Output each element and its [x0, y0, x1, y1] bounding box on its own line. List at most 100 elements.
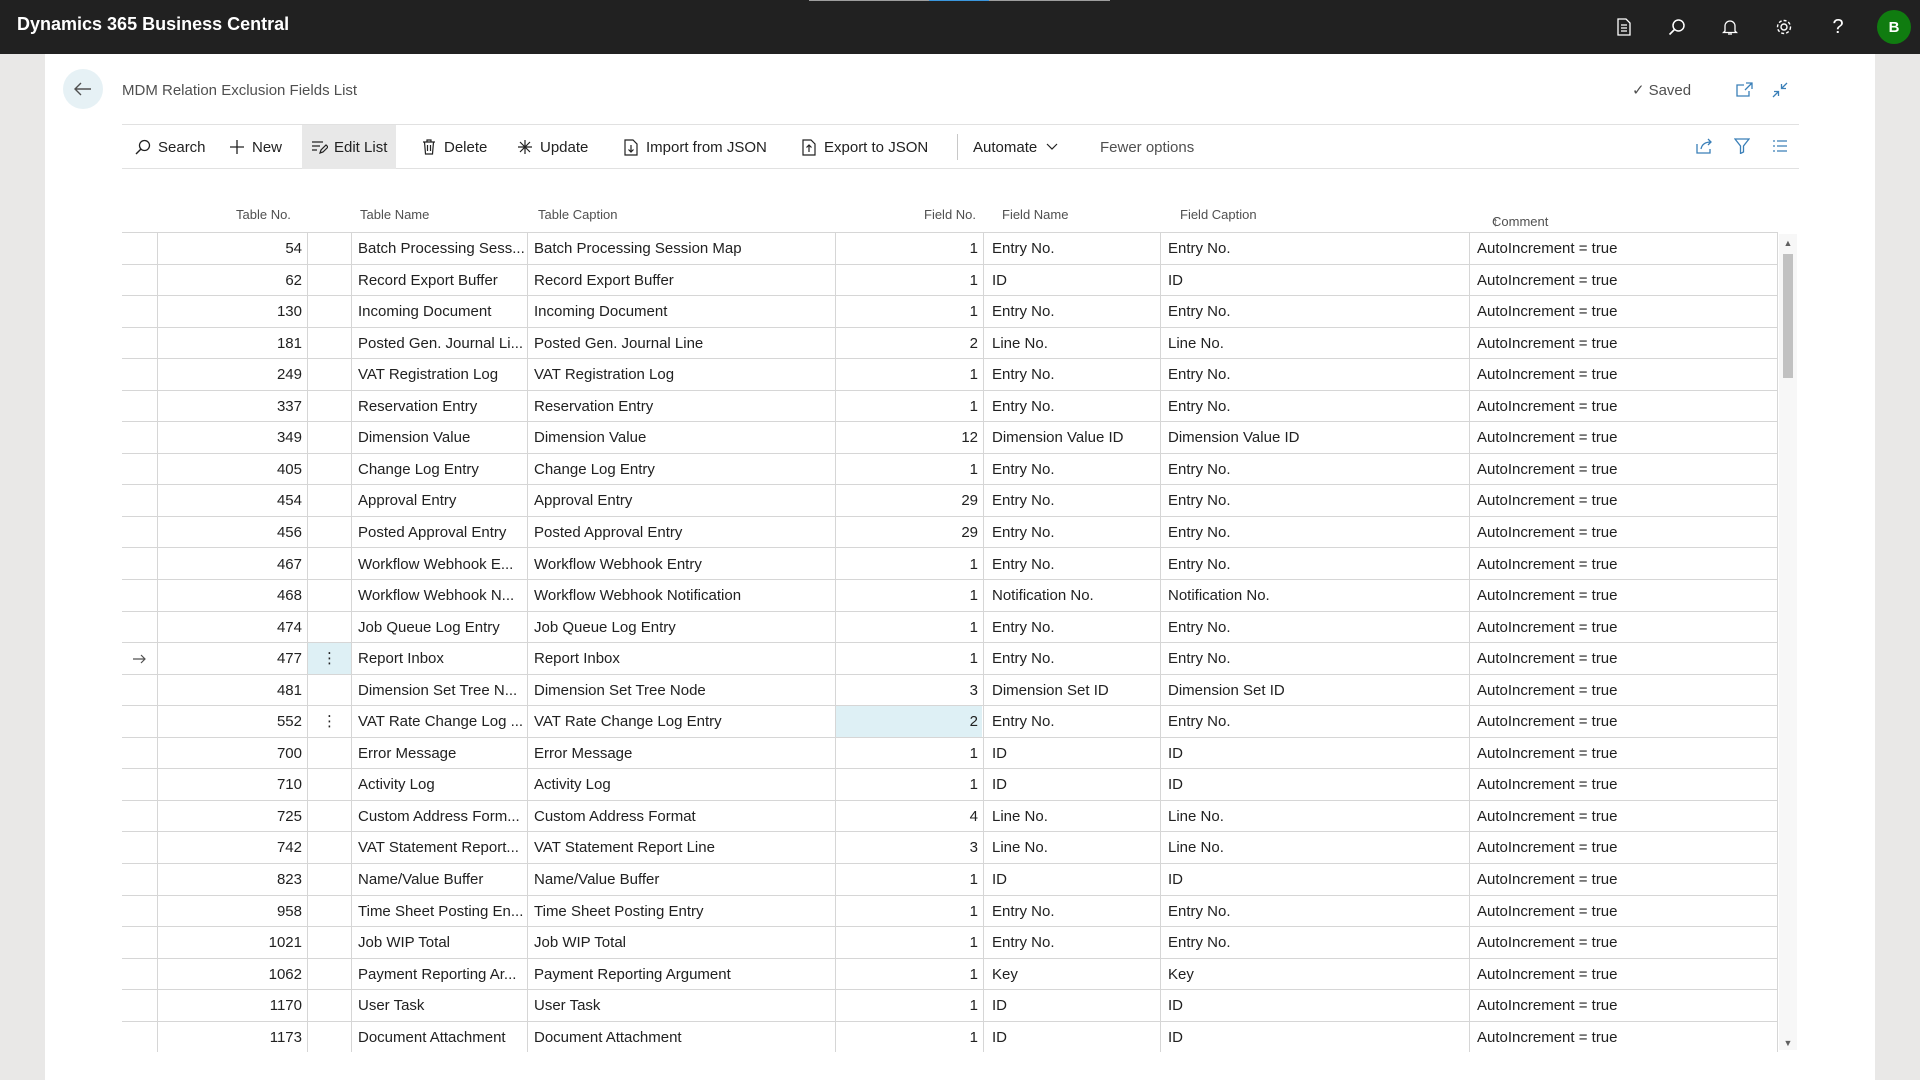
- cell-table-caption[interactable]: Incoming Document: [534, 296, 830, 327]
- cell-table-name[interactable]: Report Inbox: [358, 643, 524, 674]
- cell-field-caption[interactable]: Entry No.: [1168, 485, 1464, 516]
- cell-table-caption[interactable]: VAT Statement Report Line: [534, 832, 830, 863]
- cell-table-name[interactable]: Posted Gen. Journal Li...: [358, 328, 524, 359]
- search-button[interactable]: Search: [126, 125, 214, 169]
- cell-field-no[interactable]: 1: [836, 454, 978, 485]
- table-row[interactable]: 468 Workflow Webhook N... Workflow Webhook…: [122, 580, 1778, 612]
- cell-table-no[interactable]: 481: [158, 675, 302, 706]
- cell-table-name[interactable]: Error Message: [358, 738, 524, 769]
- cell-table-no[interactable]: 1021: [158, 927, 302, 958]
- cell-comment[interactable]: AutoIncrement = true: [1477, 769, 1772, 800]
- cell-field-caption[interactable]: Entry No.: [1168, 233, 1464, 264]
- cell-table-no[interactable]: 725: [158, 801, 302, 832]
- cell-table-name[interactable]: Reservation Entry: [358, 391, 524, 422]
- cell-field-name[interactable]: Entry No.: [992, 643, 1157, 674]
- table-row[interactable]: 249 VAT Registration Log VAT Registration …: [122, 359, 1778, 391]
- table-row[interactable]: 405 Change Log Entry Change Log Entry 1 Entr…: [122, 454, 1778, 486]
- cell-comment[interactable]: AutoIncrement = true: [1477, 328, 1772, 359]
- column-header-field-no[interactable]: Field No.: [924, 207, 976, 222]
- cell-comment[interactable]: AutoIncrement = true: [1477, 675, 1772, 706]
- column-header-field-caption[interactable]: Field Caption: [1180, 207, 1257, 222]
- cell-field-no[interactable]: 2: [836, 328, 978, 359]
- cell-field-name[interactable]: Key: [992, 959, 1157, 990]
- new-button[interactable]: New: [220, 125, 290, 169]
- table-row[interactable]: 181 Posted Gen. Journal Li... Posted Gen. …: [122, 328, 1778, 360]
- cell-table-caption[interactable]: Payment Reporting Argument: [534, 959, 830, 990]
- cell-table-caption[interactable]: Workflow Webhook Notification: [534, 580, 830, 611]
- cell-table-caption[interactable]: Job Queue Log Entry: [534, 612, 830, 643]
- cell-table-name[interactable]: Workflow Webhook N...: [358, 580, 524, 611]
- cell-field-name[interactable]: ID: [992, 265, 1157, 296]
- cell-field-no[interactable]: 1: [836, 738, 978, 769]
- cell-comment[interactable]: AutoIncrement = true: [1477, 422, 1772, 453]
- table-row[interactable]: 467 Workflow Webhook E... Workflow Webhook…: [122, 549, 1778, 581]
- cell-table-name[interactable]: Custom Address Form...: [358, 801, 524, 832]
- cell-table-caption[interactable]: Change Log Entry: [534, 454, 830, 485]
- cell-field-caption[interactable]: Entry No.: [1168, 643, 1464, 674]
- cell-comment[interactable]: AutoIncrement = true: [1477, 643, 1772, 674]
- cell-table-no[interactable]: 181: [158, 328, 302, 359]
- cell-field-name[interactable]: Entry No.: [992, 517, 1157, 548]
- cell-field-no[interactable]: 2: [836, 706, 982, 738]
- cell-table-no[interactable]: 454: [158, 485, 302, 516]
- cell-field-name[interactable]: Line No.: [992, 832, 1157, 863]
- table-row[interactable]: 62 Record Export Buffer Record Export Buff…: [122, 265, 1778, 297]
- table-row[interactable]: 456 Posted Approval Entry Posted Approval …: [122, 517, 1778, 549]
- cell-table-caption[interactable]: Posted Gen. Journal Line: [534, 328, 830, 359]
- cell-field-caption[interactable]: Entry No.: [1168, 549, 1464, 580]
- table-row[interactable]: 1173 Document Attachment Document Attachme…: [122, 1022, 1778, 1052]
- back-button[interactable]: [63, 69, 103, 109]
- cell-table-no[interactable]: 54: [158, 233, 302, 264]
- table-row[interactable]: 349 Dimension Value Dimension Value 12 Dimen…: [122, 422, 1778, 454]
- cell-table-no[interactable]: 337: [158, 391, 302, 422]
- cell-field-name[interactable]: ID: [992, 769, 1157, 800]
- cell-table-caption[interactable]: VAT Rate Change Log Entry: [534, 706, 830, 737]
- cell-table-caption[interactable]: Posted Approval Entry: [534, 517, 830, 548]
- row-menu-icon[interactable]: ⋮: [308, 706, 351, 737]
- cell-field-name[interactable]: Entry No.: [992, 454, 1157, 485]
- cell-table-name[interactable]: VAT Rate Change Log ...: [358, 706, 524, 737]
- cell-comment[interactable]: AutoIncrement = true: [1477, 1022, 1772, 1052]
- bell-icon[interactable]: [1716, 13, 1744, 41]
- cell-field-caption[interactable]: ID: [1168, 864, 1464, 895]
- cell-table-no[interactable]: 477: [158, 643, 302, 674]
- help-icon[interactable]: ?: [1824, 13, 1852, 41]
- document-icon[interactable]: [1610, 13, 1638, 41]
- cell-comment[interactable]: AutoIncrement = true: [1477, 927, 1772, 958]
- cell-field-name[interactable]: Entry No.: [992, 549, 1157, 580]
- cell-table-name[interactable]: Approval Entry: [358, 485, 524, 516]
- cell-table-no[interactable]: 700: [158, 738, 302, 769]
- cell-field-name[interactable]: Entry No.: [992, 927, 1157, 958]
- cell-table-name[interactable]: Batch Processing Sess...: [358, 233, 524, 264]
- cell-table-name[interactable]: Activity Log: [358, 769, 524, 800]
- cell-field-caption[interactable]: Entry No.: [1168, 612, 1464, 643]
- cell-field-no[interactable]: 12: [836, 422, 978, 453]
- cell-table-name[interactable]: VAT Statement Report...: [358, 832, 524, 863]
- edit-list-button[interactable]: Edit List: [302, 125, 396, 169]
- cell-field-caption[interactable]: Entry No.: [1168, 359, 1464, 390]
- cell-field-name[interactable]: ID: [992, 738, 1157, 769]
- cell-field-caption[interactable]: Entry No.: [1168, 454, 1464, 485]
- fewer-options-button[interactable]: Fewer options: [1092, 125, 1202, 169]
- cell-comment[interactable]: AutoIncrement = true: [1477, 801, 1772, 832]
- table-row[interactable]: 481 Dimension Set Tree N... Dimension Set …: [122, 675, 1778, 707]
- cell-table-name[interactable]: VAT Registration Log: [358, 359, 524, 390]
- table-row[interactable]: 54 Batch Processing Sess... Batch Processi…: [122, 233, 1778, 265]
- app-title[interactable]: Dynamics 365 Business Central: [17, 14, 289, 35]
- cell-field-caption[interactable]: ID: [1168, 990, 1464, 1021]
- cell-table-caption[interactable]: Error Message: [534, 738, 830, 769]
- vertical-scrollbar[interactable]: ▲ ▼: [1779, 234, 1797, 1050]
- cell-table-no[interactable]: 467: [158, 549, 302, 580]
- cell-field-no[interactable]: 1: [836, 1022, 978, 1052]
- cell-field-caption[interactable]: Line No.: [1168, 328, 1464, 359]
- cell-field-caption[interactable]: Line No.: [1168, 832, 1464, 863]
- table-row[interactable]: 454 Approval Entry Approval Entry 29 Entry N…: [122, 485, 1778, 517]
- cell-field-caption[interactable]: Dimension Set ID: [1168, 675, 1464, 706]
- import-json-button[interactable]: Import from JSON: [614, 125, 775, 169]
- cell-field-no[interactable]: 1: [836, 896, 978, 927]
- share-icon[interactable]: [1693, 134, 1717, 158]
- cell-field-caption[interactable]: Key: [1168, 959, 1464, 990]
- cell-table-name[interactable]: Payment Reporting Ar...: [358, 959, 524, 990]
- cell-table-caption[interactable]: Document Attachment: [534, 1022, 830, 1052]
- cell-field-caption[interactable]: ID: [1168, 265, 1464, 296]
